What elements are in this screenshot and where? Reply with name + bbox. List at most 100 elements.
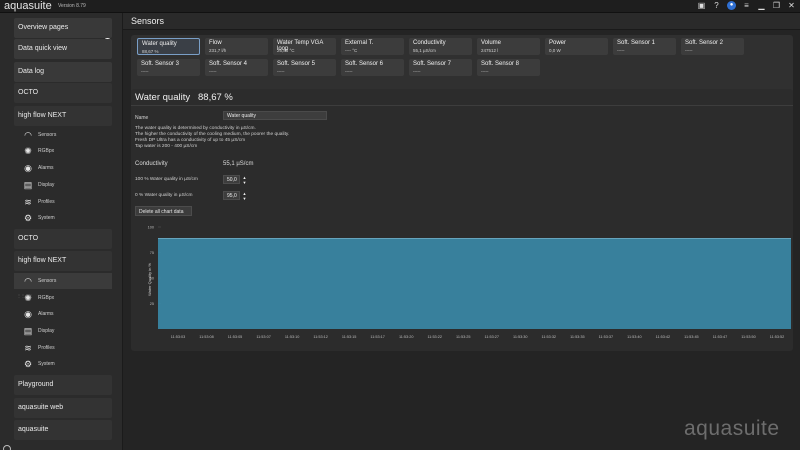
name-field[interactable]: Water quality xyxy=(223,111,327,120)
sidebar-sub-display-1[interactable]: ▤ Display xyxy=(14,177,112,193)
app-name: aquasuite xyxy=(4,0,52,12)
sidebar-item-octo-1[interactable]: OCTO xyxy=(14,83,112,103)
water-quality-chart: Water Quality in % 100 75 50 25 11:53:03 11:53… xyxy=(131,217,793,351)
sensor-tile-value: ----- xyxy=(413,69,421,74)
x-tick-label: 11:53:40 xyxy=(627,335,642,339)
globe-icon[interactable]: ● xyxy=(727,1,736,10)
light-bulb-icon: ✺ xyxy=(24,146,32,156)
x-tick-label: 11:53:20 xyxy=(399,335,414,339)
sensor-tile[interactable]: Water quality 88,67 % xyxy=(137,38,200,55)
sensor-detail-panel: Water quality 88,67 % Name Water quality… xyxy=(131,89,793,351)
sensor-tile-value: ----- xyxy=(277,69,285,74)
sidebar-sub-alarms-2[interactable]: ◉ Alarms xyxy=(14,306,112,322)
sidebar-sub-rgbpx-1[interactable]: ✺ RGBpx xyxy=(14,143,112,159)
y-tick-label: 25 xyxy=(150,302,154,306)
screenshot-icon[interactable]: ▣ xyxy=(697,1,706,10)
minimize-icon[interactable]: ▁ xyxy=(757,1,766,10)
restore-icon[interactable]: ❐ xyxy=(772,1,781,10)
sidebar-item-data-log[interactable]: Data log xyxy=(14,62,112,82)
series-area xyxy=(158,238,791,329)
sensor-tile[interactable]: Soft. Sensor 7 ----- xyxy=(409,59,472,76)
sensor-tile[interactable]: Soft. Sensor 1 ----- xyxy=(613,38,676,55)
min-quality-spinner[interactable]: ▲ ▼ xyxy=(241,191,248,201)
sidebar-item-high-flow-next-1[interactable]: high flow NEXT xyxy=(14,106,112,126)
sidebar-item-label: Playground xyxy=(18,381,54,388)
sensor-tile[interactable]: Soft. Sensor 5 ----- xyxy=(273,59,336,76)
sidebar-sub-label: Profiles xyxy=(38,199,55,205)
page-header: Sensors xyxy=(123,13,800,30)
sidebar-sub-rgbpx-2[interactable]: ✺ RGBpx xyxy=(14,290,112,306)
x-tick-label: 11:53:30 xyxy=(513,335,528,339)
title-bar: aquasuite Version 8.79 ▣ ? ● ≡ ▁ ❐ ✕ xyxy=(0,0,800,13)
max-quality-input[interactable]: 50,0 xyxy=(223,175,240,184)
x-tick-label: 11:53:07 xyxy=(256,335,271,339)
sidebar-item-overview-pages[interactable]: Overview pages xyxy=(14,18,112,38)
sensor-tile[interactable]: Soft. Sensor 6 ----- xyxy=(341,59,404,76)
app-window: aquasuite Version 8.79 ▣ ? ● ≡ ▁ ❐ ✕ Ove… xyxy=(0,0,800,450)
sidebar-item-label: high flow NEXT xyxy=(18,257,67,264)
gauge-icon: ◠ xyxy=(24,130,32,140)
sensor-tile[interactable]: Volume 247512 l xyxy=(477,38,540,55)
sensor-tile-name: Power xyxy=(549,40,567,46)
sensor-tile-value: ---- °C xyxy=(345,48,358,53)
gear-icon: ⚙ xyxy=(23,213,33,223)
sidebar-sub-system-2[interactable]: ⚙ System xyxy=(14,356,112,372)
sensor-tile[interactable]: Soft. Sensor 3 ----- xyxy=(137,59,200,76)
sensor-tile[interactable]: Soft. Sensor 2 ----- xyxy=(681,38,744,55)
sidebar-sub-profiles-2[interactable]: ≋ Profiles xyxy=(14,340,112,356)
sensor-tile-name: Soft. Sensor 8 xyxy=(481,61,520,67)
sidebar-sub-sensors-2[interactable]: ◠ Sensors xyxy=(14,273,112,289)
help-icon[interactable]: ? xyxy=(712,1,721,10)
sensor-tile-name: Water quality xyxy=(142,41,177,47)
sensor-tile[interactable]: External T. ---- °C xyxy=(341,38,404,55)
sensor-tile-value: 55,1 µS/cm xyxy=(413,48,436,53)
sensor-tile-name: Soft. Sensor 1 xyxy=(617,40,656,46)
sidebar-item-aquasuite-web[interactable]: aquasuite web xyxy=(14,398,112,418)
sidebar-sub-label: RGBpx xyxy=(38,295,55,301)
sidebar-sub-sensors-1[interactable]: ◠ Sensors xyxy=(14,127,112,143)
sidebar-sub-label: RGBpx xyxy=(38,148,55,154)
sensor-tile-value: ----- xyxy=(209,69,217,74)
sidebar-item-high-flow-next-2[interactable]: high flow NEXT xyxy=(14,251,112,271)
close-icon[interactable]: ✕ xyxy=(787,1,796,10)
menu-icon[interactable]: ≡ xyxy=(742,1,751,10)
sidebar-sub-label: Profiles xyxy=(38,345,55,351)
sidebar-sub-system-1[interactable]: ⚙ System xyxy=(14,210,112,226)
sensor-tile[interactable]: Flow 231,7 l/h xyxy=(205,38,268,55)
sidebar-item-octo-2[interactable]: OCTO xyxy=(14,229,112,249)
sidebar-item-playground[interactable]: Playground xyxy=(14,375,112,395)
min-quality-input[interactable]: 95,0 xyxy=(223,191,240,200)
x-tick-label: 11:53:42 xyxy=(656,335,671,339)
gauge-icon: ◠ xyxy=(24,276,32,286)
sensor-tile[interactable]: Soft. Sensor 4 ----- xyxy=(205,59,268,76)
sidebar-sub-alarms-1[interactable]: ◉ Alarms xyxy=(14,160,112,176)
brand-logo-icon xyxy=(3,445,11,450)
delete-chart-data-button[interactable]: Delete all chart data xyxy=(135,206,192,216)
sensor-tile-name: Soft. Sensor 4 xyxy=(209,61,248,67)
sidebar-sub-label: Alarms xyxy=(38,311,54,317)
page-title: Sensors xyxy=(131,16,165,26)
sensor-tile-value: 88,67 % xyxy=(142,49,159,54)
max-quality-label: 100 % Water quality in µS/cm xyxy=(135,177,198,182)
conductivity-label: Conductivity xyxy=(135,161,168,167)
light-bulb-icon: ✺ xyxy=(24,293,32,303)
sidebar-item-aquasuite[interactable]: aquasuite xyxy=(14,420,112,440)
max-quality-spinner[interactable]: ▲ ▼ xyxy=(241,175,248,185)
layers-icon: ≋ xyxy=(24,343,32,353)
x-tick-label: 11:53:08 xyxy=(199,335,214,339)
sensor-tile[interactable]: Water Temp VGA loop 26,86 °C xyxy=(273,38,336,55)
sidebar-item-data-quick-view[interactable]: Data quick view xyxy=(14,39,112,59)
sensor-tile-name: Soft. Sensor 6 xyxy=(345,61,384,67)
sensor-tile-value: 0,0 W xyxy=(549,48,561,53)
sensor-tile[interactable]: Soft. Sensor 8 ----- xyxy=(477,59,540,76)
sidebar-sub-profiles-1[interactable]: ≋ Profiles xyxy=(14,194,112,210)
sensor-tile[interactable]: Conductivity 55,1 µS/cm xyxy=(409,38,472,55)
x-tick-label: 11:53:12 xyxy=(313,335,328,339)
sidebar-sub-display-2[interactable]: ▤ Display xyxy=(14,323,112,339)
aquasuite-watermark: aquasuite xyxy=(684,417,780,440)
sidebar-sub-label: Display xyxy=(38,182,55,188)
name-label: Name xyxy=(135,115,149,121)
sensor-tile[interactable]: Power 0,0 W xyxy=(545,38,608,55)
x-tick-label: 11:53:35 xyxy=(570,335,585,339)
x-tick-label: 11:53:17 xyxy=(370,335,385,339)
